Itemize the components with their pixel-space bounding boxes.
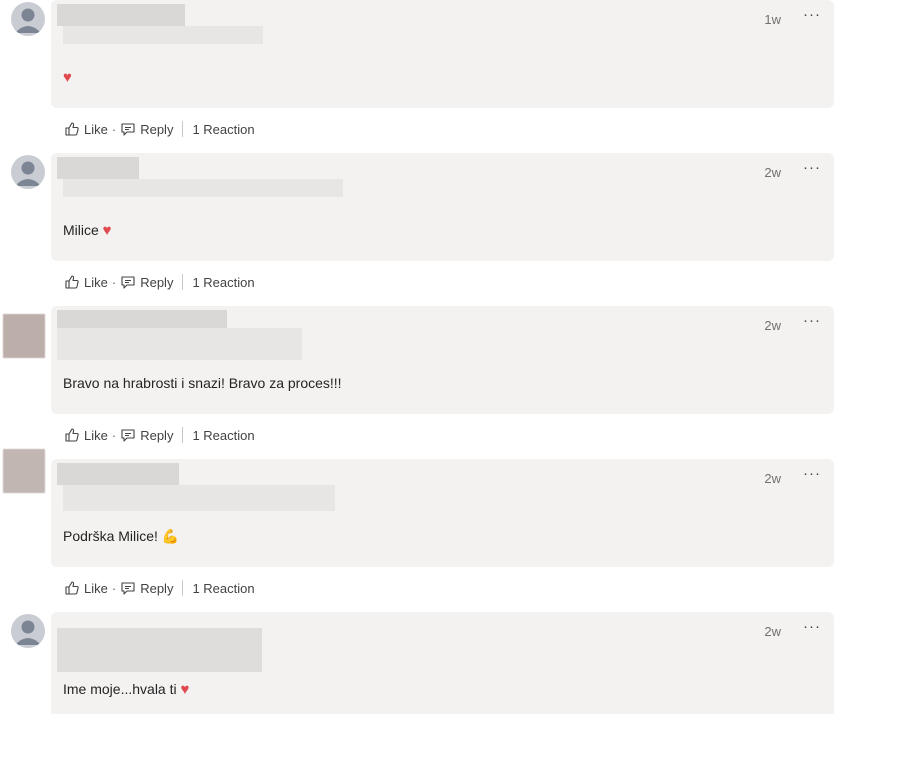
heart-icon: ♥ <box>63 69 72 86</box>
reply-icon <box>120 580 136 596</box>
reply-icon <box>120 427 136 443</box>
reply-label: Reply <box>140 274 174 290</box>
comment-card: 2w ··· Bravo na hrabrosti i snazi! Bravo… <box>0 306 900 459</box>
divider <box>182 274 184 290</box>
comment-body: Podrška Milice! <box>63 528 158 544</box>
comment-bubble: 2w ··· Ime moje...hvala ti ♥ <box>51 612 834 714</box>
separator-dot: · <box>111 580 117 596</box>
more-options-icon[interactable]: ··· <box>803 6 821 23</box>
reaction-count[interactable]: 1 Reaction <box>192 428 254 443</box>
thumbs-up-icon <box>64 580 80 596</box>
separator-dot: · <box>111 274 117 290</box>
person-avatar-icon <box>15 620 41 645</box>
divider <box>182 427 184 443</box>
comment-text: ♥ <box>63 69 72 86</box>
reply-icon <box>120 121 136 137</box>
comment-body: Ime moje...hvala ti <box>63 681 177 697</box>
comment-text: Ime moje...hvala ti ♥ <box>63 681 189 698</box>
reply-label: Reply <box>140 427 174 443</box>
heart-icon: ♥ <box>102 222 112 239</box>
comment-bubble: 2w ··· Podrška Milice! 💪 <box>51 459 834 567</box>
comment-timestamp: 2w <box>764 624 781 639</box>
person-avatar-icon <box>15 161 41 186</box>
reply-label: Reply <box>140 580 174 596</box>
comment-card: 2w ··· Ime moje...hvala ti ♥ <box>0 612 900 765</box>
comment-body: Milice <box>63 222 99 238</box>
like-button[interactable]: Like <box>64 121 108 137</box>
thumbs-up-icon <box>64 274 80 290</box>
like-label: Like <box>84 274 108 290</box>
reaction-count[interactable]: 1 Reaction <box>192 275 254 290</box>
comment-actions: Like · Reply 1 Reaction <box>64 426 255 444</box>
more-options-icon[interactable]: ··· <box>803 312 821 329</box>
comment-text: Milice ♥ <box>63 222 112 239</box>
comment-bubble: 2w ··· Bravo na hrabrosti i snazi! Bravo… <box>51 306 834 414</box>
like-button[interactable]: Like <box>64 580 108 596</box>
comment-timestamp: 1w <box>764 12 781 27</box>
comment-timestamp: 2w <box>764 471 781 486</box>
person-avatar-icon <box>15 8 41 33</box>
like-label: Like <box>84 580 108 596</box>
comment-card: 2w ··· Podrška Milice! 💪 Like · Reply 1 … <box>0 449 900 612</box>
heart-icon: ♥ <box>180 681 190 698</box>
comment-actions: Like · Reply 1 Reaction <box>64 273 255 291</box>
comment-bubble: 1w ··· ♥ <box>51 0 834 108</box>
divider <box>182 121 184 137</box>
redacted-author-name <box>57 157 347 197</box>
like-label: Like <box>84 121 108 137</box>
thumbs-up-icon <box>64 121 80 137</box>
comment-bubble: 2w ··· Milice ♥ <box>51 153 834 261</box>
reply-button[interactable]: Reply <box>120 274 173 290</box>
reply-button[interactable]: Reply <box>120 580 173 596</box>
comment-text: Bravo na hrabrosti i snazi! Bravo za pro… <box>63 375 342 391</box>
reply-button[interactable]: Reply <box>120 121 173 137</box>
avatar[interactable] <box>11 614 45 648</box>
reaction-count[interactable]: 1 Reaction <box>192 122 254 137</box>
divider <box>182 580 184 596</box>
separator-dot: · <box>111 427 117 443</box>
separator-dot: · <box>111 121 117 137</box>
reply-button[interactable]: Reply <box>120 427 173 443</box>
like-button[interactable]: Like <box>64 427 108 443</box>
redacted-author-name <box>57 463 337 511</box>
avatar[interactable] <box>11 2 45 36</box>
comment-text: Podrška Milice! 💪 <box>63 528 179 545</box>
redacted-author-name <box>57 310 307 360</box>
more-options-icon[interactable]: ··· <box>803 618 821 635</box>
like-label: Like <box>84 427 108 443</box>
comment-actions: Like · Reply 1 Reaction <box>64 120 255 138</box>
comment-card: 1w ··· ♥ Like · Reply 1 Reaction <box>0 0 900 153</box>
reaction-count[interactable]: 1 Reaction <box>192 581 254 596</box>
redacted-author-name <box>57 4 267 44</box>
thumbs-up-icon <box>64 427 80 443</box>
comment-actions: Like · Reply 1 Reaction <box>64 579 255 597</box>
comment-timestamp: 2w <box>764 165 781 180</box>
avatar[interactable] <box>3 314 45 358</box>
comment-card: 2w ··· Milice ♥ Like · Reply 1 Reaction <box>0 153 900 306</box>
more-options-icon[interactable]: ··· <box>803 159 821 176</box>
more-options-icon[interactable]: ··· <box>803 465 821 482</box>
avatar[interactable] <box>11 155 45 189</box>
reply-icon <box>120 274 136 290</box>
avatar[interactable] <box>3 449 45 493</box>
like-button[interactable]: Like <box>64 274 108 290</box>
comment-timestamp: 2w <box>764 318 781 333</box>
redacted-author-name <box>57 616 267 672</box>
reply-label: Reply <box>140 121 174 137</box>
muscle-emoji-icon: 💪 <box>161 528 180 544</box>
